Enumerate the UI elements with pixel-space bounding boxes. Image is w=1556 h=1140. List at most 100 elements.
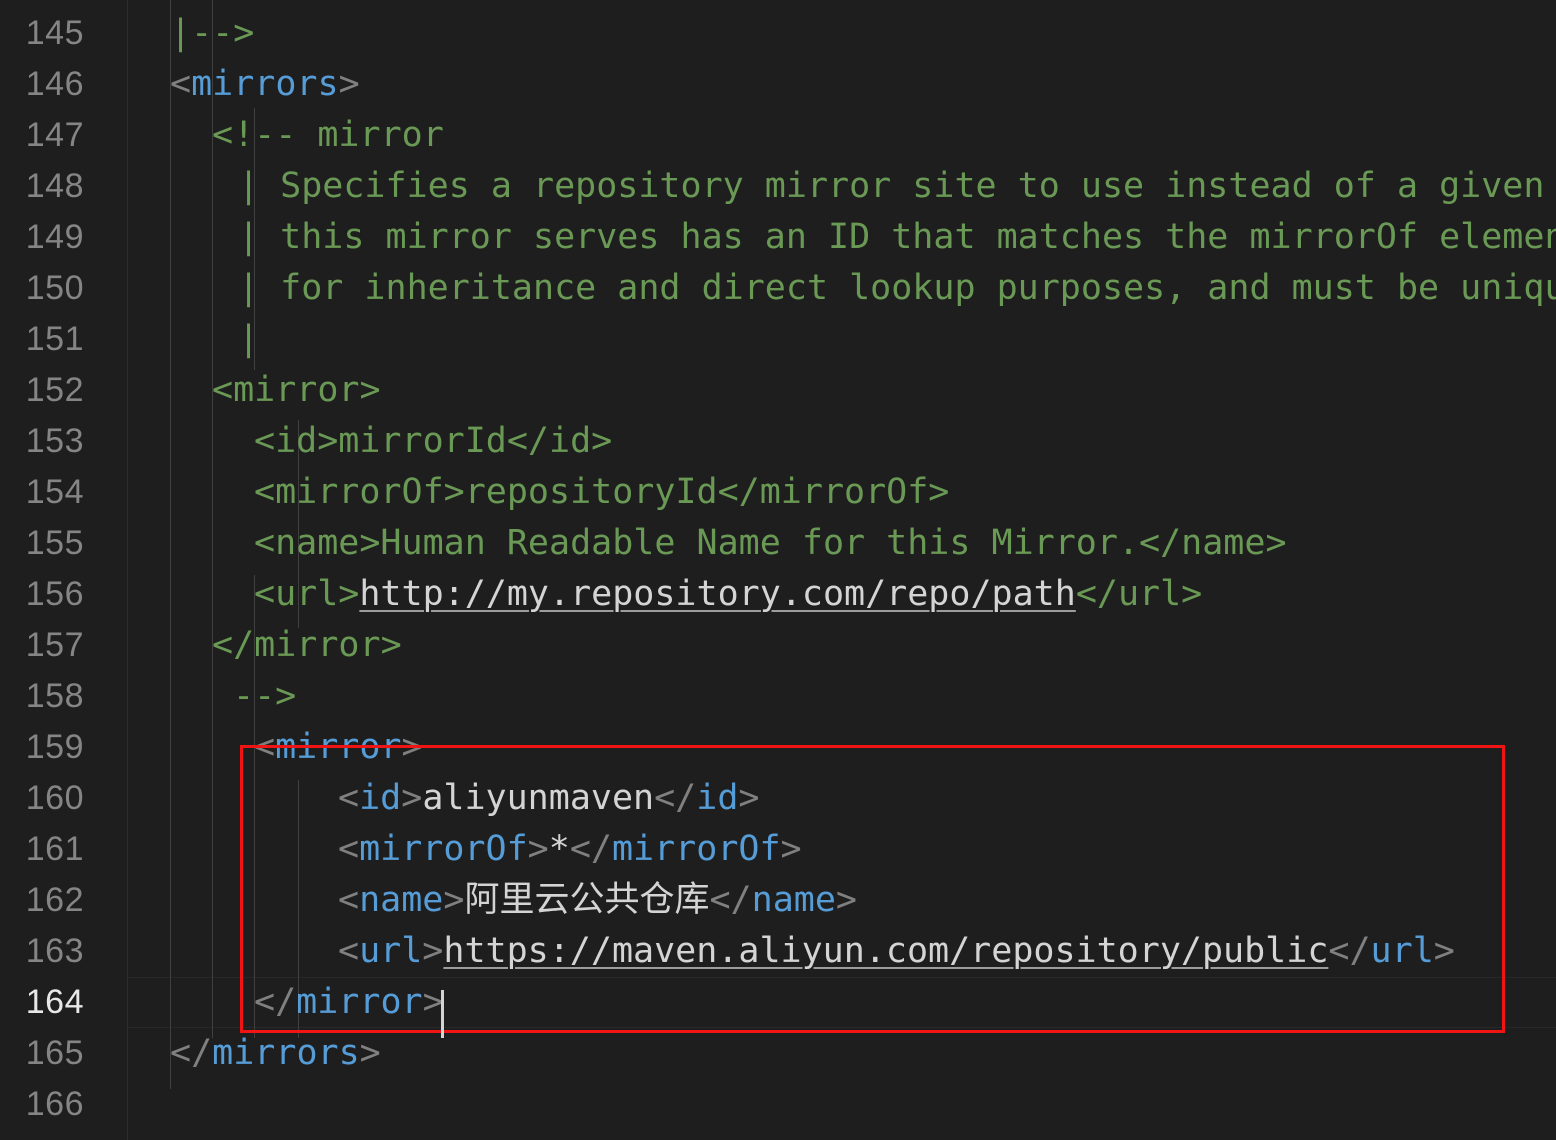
xml-bracket: >	[443, 880, 465, 920]
line-number-157: 157	[25, 626, 84, 664]
code-line-text: | Specifies a repository mirror site to …	[238, 161, 1544, 212]
code-line-text: </mirror>	[254, 977, 444, 1028]
code-line-147[interactable]: <!-- mirror	[128, 110, 1556, 161]
xml-bracket: <	[338, 931, 360, 971]
code-line-150[interactable]: | for inheritance and direct lookup purp…	[128, 263, 1556, 314]
code-line-145[interactable]: |-->	[128, 8, 1556, 59]
xml-bracket: </	[654, 778, 697, 818]
xml-tag-name: mirrorOf	[359, 829, 528, 869]
xml-text-value: *	[548, 829, 570, 869]
xml-comment: <!-- mirror	[212, 115, 444, 155]
line-number-165: 165	[25, 1034, 84, 1072]
line-number-153: 153	[25, 422, 84, 460]
code-line-156[interactable]: <url>http://my.repository.com/repo/path<…	[128, 569, 1556, 620]
code-line-text: |-->	[170, 8, 254, 59]
xml-bracket: </	[254, 982, 297, 1022]
code-line-163[interactable]: <url>https://maven.aliyun.com/repository…	[128, 926, 1556, 977]
xml-bracket: <	[254, 727, 276, 767]
xml-bracket: >	[401, 727, 423, 767]
xml-comment: -->	[233, 676, 297, 716]
xml-tag-name: mirror	[275, 727, 402, 767]
code-line-148[interactable]: | Specifies a repository mirror site to …	[128, 161, 1556, 212]
xml-bracket: >	[738, 778, 760, 818]
xml-tag-name: mirrorOf	[611, 829, 781, 869]
code-line-text: <mirrorOf>*</mirrorOf>	[338, 824, 802, 875]
line-number-162: 162	[25, 881, 84, 919]
code-line-157[interactable]: </mirror>	[128, 620, 1556, 671]
code-line-146[interactable]: <mirrors>	[128, 59, 1556, 110]
xml-comment: </url>	[1075, 574, 1203, 614]
xml-text-value: 阿里云公共仓库	[464, 880, 710, 920]
code-line-text: <mirrorOf>repositoryId</mirrorOf>	[254, 467, 949, 518]
line-number-150: 150	[25, 269, 84, 307]
xml-bracket: </	[569, 829, 612, 869]
line-number-148: 148	[25, 167, 84, 205]
xml-tag-name: mirror	[296, 982, 423, 1022]
xml-tag-name: id	[359, 778, 402, 818]
code-line-text: <url>https://maven.aliyun.com/repository…	[338, 926, 1455, 977]
code-line-155[interactable]: <name>Human Readable Name for this Mirro…	[128, 518, 1556, 569]
url-link[interactable]: http://my.repository.com/repo/path	[359, 574, 1075, 614]
xml-tag-name: url	[359, 931, 423, 971]
line-number-166: 166	[25, 1085, 84, 1123]
code-line-152[interactable]: <mirror>	[128, 365, 1556, 416]
code-line-162[interactable]: <name>阿里云公共仓库</name>	[128, 875, 1556, 926]
xml-bracket: <	[170, 64, 192, 104]
code-line-154[interactable]: <mirrorOf>repositoryId</mirrorOf>	[128, 467, 1556, 518]
xml-bracket: </	[1328, 931, 1371, 971]
xml-bracket: >	[338, 64, 360, 104]
code-line-151[interactable]: |	[128, 314, 1556, 365]
xml-tag-name: url	[1370, 931, 1434, 971]
code-editor[interactable]: 145 146 147 148 149 150 151 152 153 154 155 156 157 1…	[0, 0, 1556, 1140]
line-number-155: 155	[25, 524, 84, 562]
xml-text-value: aliyunmaven	[422, 778, 655, 818]
xml-bracket: </	[709, 880, 752, 920]
xml-tag-name: mirrors	[212, 1033, 360, 1073]
code-line-158[interactable]: -->	[128, 671, 1556, 722]
code-line-165[interactable]: </mirrors>	[128, 1028, 1556, 1079]
line-number-158: 158	[25, 677, 84, 715]
xml-bracket: </	[170, 1033, 213, 1073]
xml-tag-name: name	[359, 880, 444, 920]
xml-comment: <id>mirrorId</id>	[254, 421, 613, 461]
code-line-text: | for inheritance and direct lookup purp…	[238, 263, 1556, 314]
xml-comment: |-->	[170, 13, 255, 53]
line-number-149: 149	[25, 218, 84, 256]
code-line-text: <!-- mirror	[212, 110, 444, 161]
xml-bracket: >	[1433, 931, 1455, 971]
code-line-text: | this mirror serves has an ID that matc…	[238, 212, 1556, 263]
code-line-160[interactable]: <id>aliyunmaven</id>	[128, 773, 1556, 824]
text-cursor	[441, 990, 444, 1038]
code-line-text: <id>aliyunmaven</id>	[338, 773, 760, 824]
line-number-160: 160	[25, 779, 84, 817]
xml-comment: </mirror>	[212, 625, 402, 665]
code-line-159[interactable]: <mirror>	[128, 722, 1556, 773]
xml-bracket: >	[780, 829, 802, 869]
code-line-153[interactable]: <id>mirrorId</id>	[128, 416, 1556, 467]
code-line-164[interactable]: </mirror>	[128, 977, 1556, 1028]
code-line-text: <name>阿里云公共仓库</name>	[338, 875, 857, 926]
xml-bracket: >	[401, 778, 423, 818]
code-line-149[interactable]: | this mirror serves has an ID that matc…	[128, 212, 1556, 263]
code-line-text: <mirror>	[212, 365, 381, 416]
xml-comment: | Specifies a repository mirror site to …	[238, 166, 1545, 206]
line-number-151: 151	[25, 320, 84, 358]
code-content-area[interactable]: |--> <mirrors> <!-- mirror | Specifies a re…	[128, 0, 1556, 1140]
xml-tag-name: id	[696, 778, 739, 818]
url-link[interactable]: https://maven.aliyun.com/repository/publ…	[443, 931, 1328, 971]
code-line-161[interactable]: <mirrorOf>*</mirrorOf>	[128, 824, 1556, 875]
code-line-text: <id>mirrorId</id>	[254, 416, 612, 467]
xml-tag-name: mirrors	[191, 64, 339, 104]
line-number-147: 147	[25, 116, 84, 154]
xml-bracket: >	[359, 1033, 381, 1073]
xml-bracket: >	[422, 931, 444, 971]
xml-bracket: <	[338, 778, 360, 818]
xml-comment: <name>Human Readable Name for this Mirro…	[254, 523, 1287, 563]
xml-comment: <mirror>	[212, 370, 381, 410]
code-line-text: |	[238, 314, 259, 365]
code-line-text: -->	[233, 671, 296, 722]
code-line-166[interactable]	[128, 1079, 1556, 1130]
xml-comment: | for inheritance and direct lookup purp…	[238, 268, 1556, 308]
code-line-text: <name>Human Readable Name for this Mirro…	[254, 518, 1287, 569]
xml-comment: |	[238, 319, 260, 359]
